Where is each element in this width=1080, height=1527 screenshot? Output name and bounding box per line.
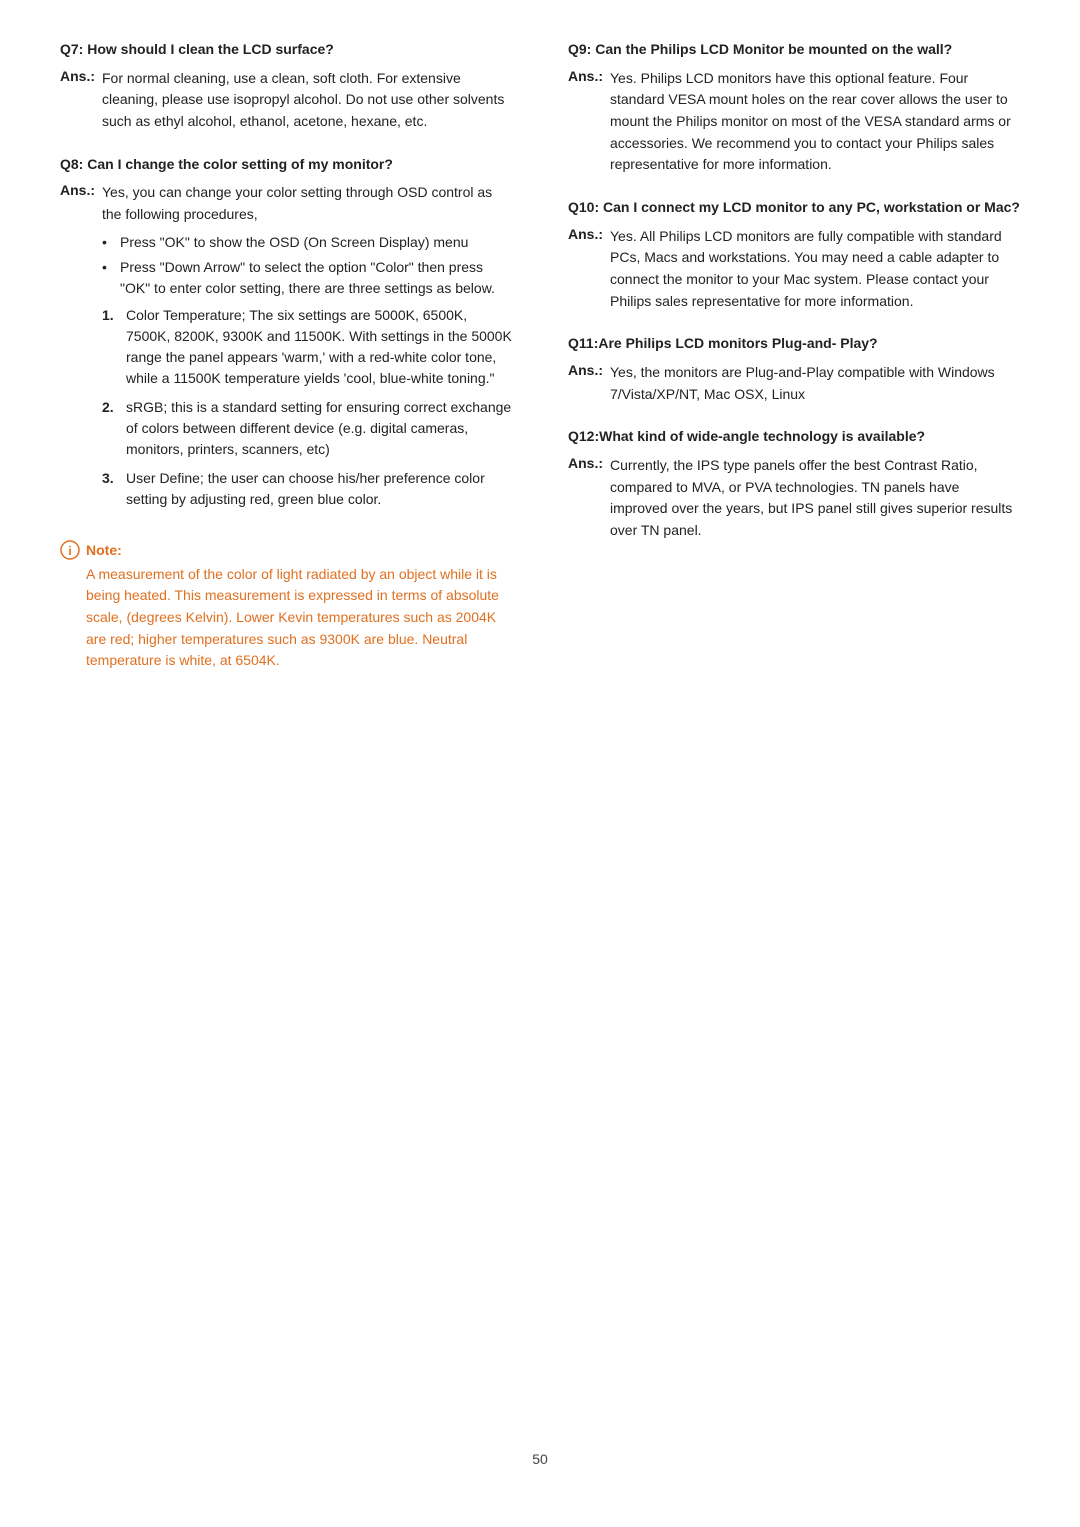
q7-label: Q7:	[60, 41, 83, 57]
question-q10: Q10: Can I connect my LCD monitor to any…	[568, 198, 1020, 218]
numbered-item: User Define; the user can choose his/her…	[102, 468, 512, 510]
page: Q7: How should I clean the LCD surface? …	[0, 0, 1080, 1527]
ans12-label: Ans.:	[568, 455, 610, 542]
qa-block-q12: Q12:What kind of wide-angle technology i…	[568, 427, 1020, 541]
note-header: i Note:	[60, 540, 512, 560]
ans11-label: Ans.:	[568, 362, 610, 405]
q9-label: Q9:	[568, 41, 591, 57]
svg-text:i: i	[68, 544, 71, 558]
ans8-numbered: Color Temperature; The six settings are …	[102, 305, 512, 510]
q11-label: Q11:	[568, 335, 598, 351]
answer-q12: Ans.: Currently, the IPS type panels off…	[568, 455, 1020, 542]
answer-q7: Ans.: For normal cleaning, use a clean, …	[60, 68, 512, 133]
note-label: Note:	[86, 542, 122, 558]
qa-block-q8: Q8: Can I change the color setting of my…	[60, 155, 512, 518]
note-icon: i	[60, 540, 80, 560]
page-number: 50	[60, 1451, 1020, 1467]
answer-q8: Ans.: Yes, you can change your color set…	[60, 182, 512, 517]
ans9-label: Ans.:	[568, 68, 610, 176]
ans7-text: For normal cleaning, use a clean, soft c…	[102, 68, 512, 133]
answer-q11: Ans.: Yes, the monitors are Plug-and-Pla…	[568, 362, 1020, 405]
right-column: Q9: Can the Philips LCD Monitor be mount…	[558, 40, 1020, 1421]
ans11-text: Yes, the monitors are Plug-and-Play comp…	[610, 362, 1020, 405]
bullet-item: Press "Down Arrow" to select the option …	[102, 257, 512, 299]
ans7-label: Ans.:	[60, 68, 102, 133]
qa-block-q7: Q7: How should I clean the LCD surface? …	[60, 40, 512, 133]
answer-q10: Ans.: Yes. All Philips LCD monitors are …	[568, 226, 1020, 313]
note-text: A measurement of the color of light radi…	[60, 564, 512, 672]
numbered-item: Color Temperature; The six settings are …	[102, 305, 512, 389]
q12-label: Q12:	[568, 428, 599, 444]
ans8-bullets: Press "OK" to show the OSD (On Screen Di…	[102, 232, 512, 299]
question-q9: Q9: Can the Philips LCD Monitor be mount…	[568, 40, 1020, 60]
qa-block-q9: Q9: Can the Philips LCD Monitor be mount…	[568, 40, 1020, 176]
ans8-intro: Yes, you can change your color setting t…	[102, 184, 492, 222]
q10-text: Can I connect my LCD monitor to any PC, …	[599, 199, 1020, 215]
bullet-item: Press "OK" to show the OSD (On Screen Di…	[102, 232, 512, 253]
note-block: i Note: A measurement of the color of li…	[60, 540, 512, 672]
answer-q9: Ans.: Yes. Philips LCD monitors have thi…	[568, 68, 1020, 176]
question-q12: Q12:What kind of wide-angle technology i…	[568, 427, 1020, 447]
q12-text: What kind of wide-angle technology is av…	[599, 428, 925, 444]
numbered-item: sRGB; this is a standard setting for ens…	[102, 397, 512, 460]
ans8-content: Yes, you can change your color setting t…	[102, 182, 512, 517]
ans9-text: Yes. Philips LCD monitors have this opti…	[610, 68, 1020, 176]
ans10-text: Yes. All Philips LCD monitors are fully …	[610, 226, 1020, 313]
two-column-layout: Q7: How should I clean the LCD surface? …	[60, 40, 1020, 1421]
ans10-label: Ans.:	[568, 226, 610, 313]
q11-text: Are Philips LCD monitors Plug-and- Play?	[598, 335, 877, 351]
question-q7: Q7: How should I clean the LCD surface?	[60, 40, 512, 60]
ans8-label: Ans.:	[60, 182, 102, 517]
left-column: Q7: How should I clean the LCD surface? …	[60, 40, 522, 1421]
q8-text: Can I change the color setting of my mon…	[83, 156, 393, 172]
ans12-text: Currently, the IPS type panels offer the…	[610, 455, 1020, 542]
q7-text: How should I clean the LCD surface?	[83, 41, 333, 57]
question-q11: Q11:Are Philips LCD monitors Plug-and- P…	[568, 334, 1020, 354]
question-q8: Q8: Can I change the color setting of my…	[60, 155, 512, 175]
qa-block-q11: Q11:Are Philips LCD monitors Plug-and- P…	[568, 334, 1020, 405]
qa-block-q10: Q10: Can I connect my LCD monitor to any…	[568, 198, 1020, 312]
q9-text: Can the Philips LCD Monitor be mounted o…	[591, 41, 952, 57]
q8-label: Q8:	[60, 156, 83, 172]
q10-label: Q10:	[568, 199, 599, 215]
